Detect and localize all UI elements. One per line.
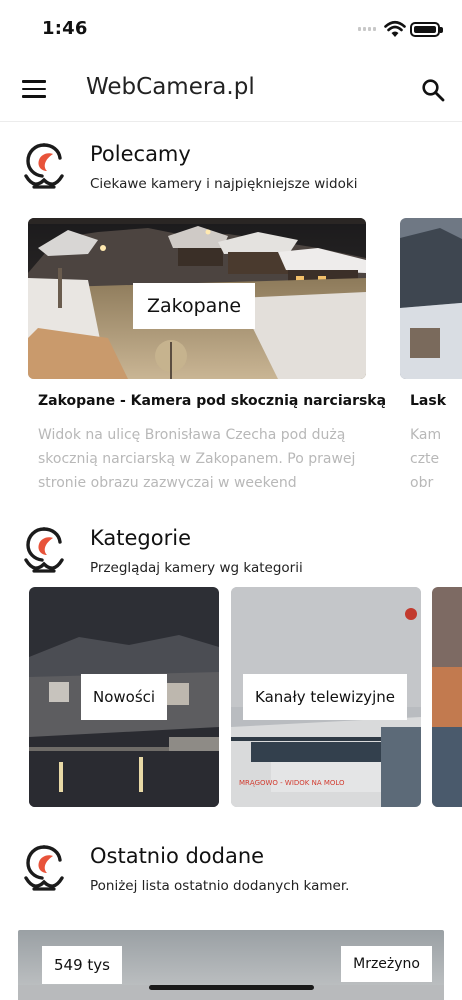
battery-icon: [410, 22, 443, 37]
camera-description: Kam czte obr: [410, 423, 462, 488]
recommended-carousel[interactable]: Zakopane Zakopane - Kamera pod skocznią …: [0, 218, 462, 488]
webcamera-logo-icon: [24, 527, 64, 573]
section-subtitle: Poniżej lista ostatnio dodanych kamer.: [90, 878, 350, 894]
description-line: obr: [410, 475, 434, 488]
section-title: Kategorie: [90, 526, 191, 550]
category-label: Kanały telewizyjne: [243, 674, 407, 720]
camera-card-zakopane[interactable]: Zakopane Zakopane - Kamera pod skocznią …: [28, 218, 386, 488]
location-badge: Mrzeżyno: [341, 946, 432, 982]
app-bar: WebCamera.pl: [0, 58, 462, 122]
camera-card-partial[interactable]: Lask Kam czte obr: [400, 218, 462, 488]
latest-section-header: Ostatnio dodane Poniżej lista ostatnio d…: [0, 844, 462, 904]
webcamera-logo-icon: [24, 143, 64, 189]
section-subtitle: Przeglądaj kamery wg kategorii: [90, 560, 303, 576]
section-title: Ostatnio dodane: [90, 844, 265, 868]
home-indicator[interactable]: [149, 985, 314, 990]
view-count-badge: 549 tys: [42, 946, 122, 984]
camera-description: Widok na ulicę Bronisława Czecha pod duż…: [38, 427, 356, 488]
categories-section-header: Kategorie Przeglądaj kamery wg kategorii: [0, 526, 462, 586]
recommended-section-header: Polecamy Ciekawe kamery i najpiękniejsze…: [0, 142, 462, 202]
category-label: Nowości: [81, 674, 168, 720]
categories-carousel[interactable]: Nowości MRĄGOWO - WIDOK NA MOLO Kanały t…: [0, 587, 462, 807]
camera-thumbnail[interactable]: [400, 218, 462, 379]
webcamera-logo-icon: [24, 845, 64, 891]
status-bar: 1:46: [0, 0, 462, 58]
camera-watermark: MRĄGOWO - WIDOK NA MOLO: [239, 779, 345, 787]
search-icon[interactable]: [421, 78, 445, 102]
app-title[interactable]: WebCamera.pl: [86, 74, 255, 100]
hamburger-menu-icon[interactable]: [22, 80, 46, 98]
section-subtitle: Ciekawe kamery i najpiękniejsze widoki: [90, 176, 358, 192]
category-card-tv-channels[interactable]: MRĄGOWO - WIDOK NA MOLO Kanały telewizyj…: [231, 587, 421, 807]
category-card-partial[interactable]: [432, 587, 462, 807]
camera-name[interactable]: Lask: [410, 393, 462, 409]
wifi-icon: [384, 20, 406, 37]
camera-location-label: Zakopane: [133, 283, 256, 329]
description-line: Kam: [410, 427, 442, 443]
description-line: czte: [410, 451, 440, 467]
status-time: 1:46: [42, 18, 88, 39]
section-title: Polecamy: [90, 142, 191, 166]
camera-thumbnail[interactable]: Zakopane: [28, 218, 366, 379]
cellular-signal-icon: [358, 27, 376, 31]
camera-name[interactable]: Zakopane - Kamera pod skocznią narciarsk…: [38, 393, 386, 409]
sunset-image: [432, 587, 462, 807]
winter-village-image: [400, 218, 462, 379]
category-card-new[interactable]: Nowości: [29, 587, 219, 807]
